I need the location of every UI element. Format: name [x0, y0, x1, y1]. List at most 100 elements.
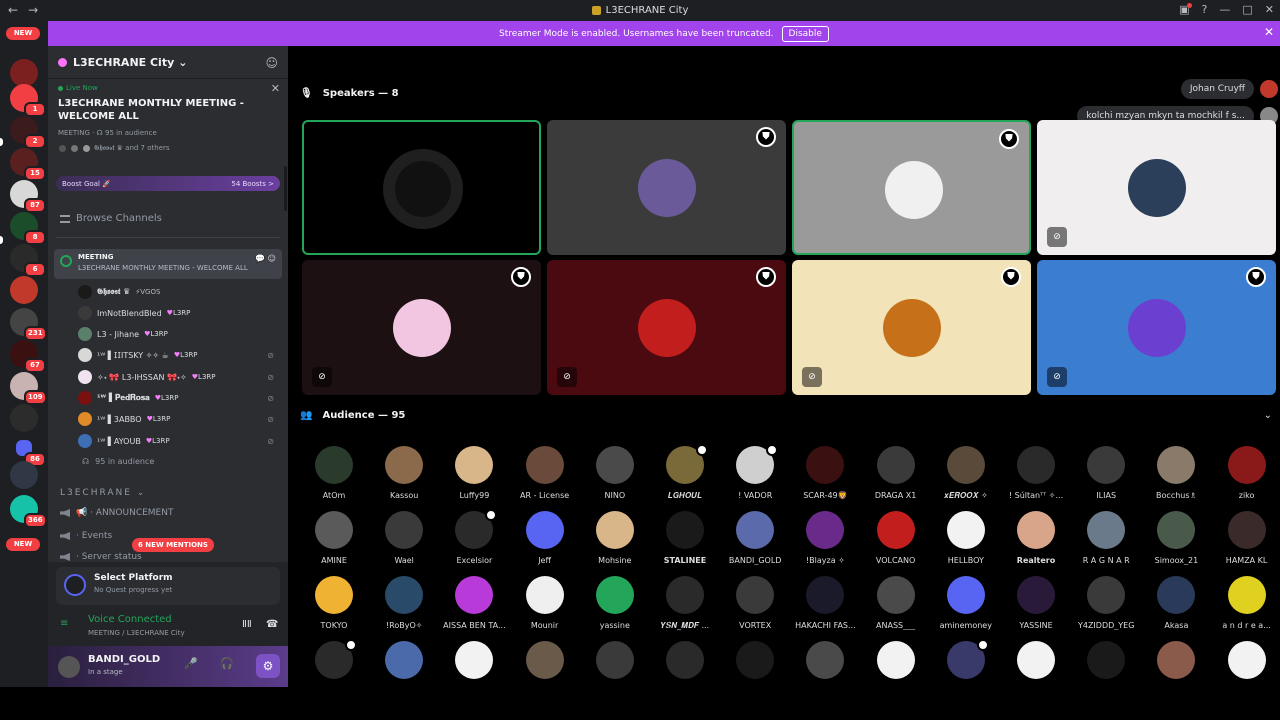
audience-member[interactable]: ! VADOR: [720, 444, 790, 500]
audience-member[interactable]: Realtero: [1001, 511, 1071, 565]
audience-member[interactable]: [439, 641, 509, 679]
audience-member[interactable]: BANDI_GOLD: [720, 511, 790, 565]
audience-member[interactable]: a n d r e a...: [1212, 576, 1280, 630]
speaker-tile[interactable]: ⛊ ⊘: [302, 260, 541, 395]
server-icon[interactable]: [10, 404, 38, 432]
audience-member[interactable]: [1071, 641, 1141, 679]
audience-member[interactable]: Simoox_21: [1141, 511, 1211, 565]
back-arrow-icon[interactable]: ←: [8, 3, 18, 17]
stage-member[interactable]: 𝕲𝖍𝖔𝖔𝖘𝖙 ♛ ⚡VGOS: [78, 283, 278, 301]
audience-member[interactable]: [1141, 641, 1211, 679]
audience-member[interactable]: HAKACHI FAS...: [790, 576, 860, 630]
audience-member[interactable]: [861, 641, 931, 679]
audience-member[interactable]: VOLCANO: [861, 511, 931, 565]
close-window-button[interactable]: ✕: [1265, 3, 1274, 16]
audience-member[interactable]: YASSINE: [1001, 576, 1071, 630]
category-header[interactable]: L3ECHRANE ⌄: [60, 488, 146, 498]
channel-announcement[interactable]: 📢 · ANNOUNCEMENT: [60, 508, 173, 518]
audience-member[interactable]: AISSA BEN TA...: [439, 576, 509, 630]
audience-member[interactable]: [720, 641, 790, 679]
audience-member[interactable]: [1001, 641, 1071, 679]
audience-member[interactable]: ziko: [1212, 446, 1280, 500]
maximize-button[interactable]: □: [1242, 3, 1252, 16]
disconnect-icon[interactable]: ☎: [266, 619, 278, 630]
audience-member[interactable]: yassine: [580, 576, 650, 630]
noise-suppression-icon[interactable]: ⅡⅡ: [242, 619, 252, 630]
audience-member[interactable]: STALINEE: [650, 511, 720, 565]
audience-member[interactable]: ! Súltanᵀᵀ ✧...: [1001, 446, 1071, 500]
settings-gear-icon[interactable]: ⚙: [256, 654, 280, 678]
audience-member[interactable]: ILIAS: [1071, 446, 1141, 500]
close-banner-icon[interactable]: ✕: [1264, 25, 1274, 39]
boost-goal-bar[interactable]: Boost Goal 🚀 54 Boosts >: [56, 176, 280, 191]
audience-member[interactable]: Kassou: [369, 446, 439, 500]
audience-member[interactable]: [299, 639, 369, 679]
stage-member[interactable]: ¹ᵂ ▌𝖨𝖨ITSKY ✧✧ ☕ L3RP ⊘: [78, 346, 278, 364]
live-card[interactable]: Live Now ✕ L3ECHRANE MONTHLY MEETING - W…: [58, 82, 280, 153]
server-icon[interactable]: [10, 276, 38, 304]
server-icon[interactable]: [10, 59, 38, 87]
stage-member[interactable]: ¹ᵂ ▌AYOUB L3RP ⊘: [78, 432, 278, 450]
audience-member[interactable]: Excelsior: [439, 509, 509, 565]
audience-member[interactable]: NINO: [580, 446, 650, 500]
stage-tools-icon[interactable]: 💬 ☺: [255, 254, 276, 263]
server-header[interactable]: L3ECHRANE City ⌄ ☺: [48, 46, 288, 79]
speaker-tile[interactable]: ⊘: [1037, 120, 1276, 255]
audience-member[interactable]: 𝑳𝑮𝑯𝑶𝑼𝑳: [650, 444, 720, 501]
audience-member[interactable]: AtOm: [299, 446, 369, 500]
audience-member[interactable]: !RoByO✧: [369, 576, 439, 630]
speaker-tile[interactable]: [302, 120, 541, 255]
audience-member[interactable]: AR - License: [510, 446, 580, 500]
audience-member[interactable]: HAMZA KL: [1212, 511, 1280, 565]
audience-member[interactable]: 𝒙𝑬𝑹𝑶𝑶𝑿 ✧: [931, 446, 1001, 501]
stage-member[interactable]: ImNotBlendBled L3RP: [78, 304, 278, 322]
minimize-button[interactable]: —: [1219, 3, 1230, 16]
user-name[interactable]: BANDI_GOLD: [88, 654, 160, 665]
audience-member[interactable]: Wael: [369, 511, 439, 565]
quest-card[interactable]: Select Platform No Quest progress yet: [56, 567, 280, 605]
stage-member[interactable]: ¹ᵂ ▌3ABBO L3RP ⊘: [78, 410, 278, 428]
new-pill-top[interactable]: NEW: [6, 27, 40, 40]
forward-arrow-icon[interactable]: →: [28, 3, 38, 17]
new-pill-bottom[interactable]: NEW: [6, 538, 40, 551]
audience-member[interactable]: Luffy99: [439, 446, 509, 500]
voice-connected-title[interactable]: Voice Connected: [88, 614, 172, 625]
in-audience-row[interactable]: ☊ 95 in audience: [82, 457, 154, 466]
audience-member[interactable]: !Blayza ✧: [790, 511, 860, 565]
audience-member[interactable]: R A G N A R: [1071, 511, 1141, 565]
audience-member[interactable]: aminemoney: [931, 576, 1001, 630]
audience-member[interactable]: [1212, 641, 1280, 679]
disable-streamer-button[interactable]: Disable: [781, 25, 829, 42]
speaker-tile[interactable]: ⛊ ⊘: [547, 260, 786, 395]
chevron-down-icon[interactable]: ⌄: [1264, 410, 1272, 421]
audience-member[interactable]: 𝒀𝑺𝑵_𝑴𝑫𝑭 ...: [650, 576, 720, 631]
audience-member[interactable]: [580, 641, 650, 679]
mic-icon[interactable]: 🎤: [184, 657, 198, 670]
audience-member[interactable]: Bocchus♗: [1141, 446, 1211, 500]
stage-channel-meeting[interactable]: MEETING L3ECHRANE MONTHLY MEETING - WELC…: [54, 249, 282, 279]
audience-member[interactable]: Akasa: [1141, 576, 1211, 630]
audience-member[interactable]: Mounir: [510, 576, 580, 630]
audience-member[interactable]: HELLBOY: [931, 511, 1001, 565]
headphones-icon[interactable]: 🎧: [220, 657, 234, 670]
browse-channels[interactable]: Browse Channels: [60, 213, 162, 224]
audience-member[interactable]: TOKYO: [299, 576, 369, 630]
audience-member[interactable]: AMINE: [299, 511, 369, 565]
server-icon[interactable]: [10, 461, 38, 489]
new-mentions-pill[interactable]: 6 NEW MENTIONS: [132, 538, 214, 552]
stage-member[interactable]: ¹ᵂ ▌𝐏𝐞𝐝𝐑𝐨𝐬𝐚 L3RP ⊘: [78, 389, 278, 407]
audience-member[interactable]: Mohsine: [580, 511, 650, 565]
audience-member[interactable]: ANASS___: [861, 576, 931, 630]
speaker-tile[interactable]: ⛊ ⊘: [1037, 260, 1276, 395]
audience-member[interactable]: VORTEX: [720, 576, 790, 630]
invite-icon[interactable]: ☺: [265, 56, 278, 70]
stage-member[interactable]: ✧˖ 🎀 L3-IHSSAN 🎀˖✧ L3RP ⊘: [78, 368, 278, 386]
close-live-icon[interactable]: ✕: [271, 82, 280, 95]
audience-member[interactable]: Jeff: [510, 511, 580, 565]
sidebar-scrollbar[interactable]: [284, 166, 287, 211]
audience-member[interactable]: DRAGA X1: [861, 446, 931, 500]
channel-server-status[interactable]: · Server status: [60, 552, 142, 562]
voice-connected-sub[interactable]: MEETING / L3ECHRANE City: [88, 629, 185, 637]
audience-member[interactable]: [650, 641, 720, 679]
inbox-icon[interactable]: ▣: [1179, 3, 1193, 16]
